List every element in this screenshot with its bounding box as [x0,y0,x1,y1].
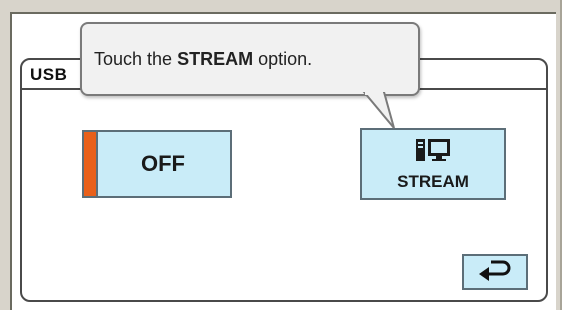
off-button[interactable]: OFF [82,130,232,198]
back-button[interactable] [462,254,528,290]
tooltip-pointer [362,92,395,129]
instruction-tooltip: Touch the STREAM option. [80,22,420,96]
stream-button[interactable]: STREAM [360,128,506,200]
stream-button-label: STREAM [397,171,469,191]
tooltip-text: Touch the STREAM option. [94,48,313,69]
off-button-label: OFF [141,151,185,176]
selected-indicator [84,132,98,196]
panel-title: USB [30,65,68,84]
pc-tower-monitor-icon [414,137,452,170]
return-arrow-icon [477,258,513,287]
